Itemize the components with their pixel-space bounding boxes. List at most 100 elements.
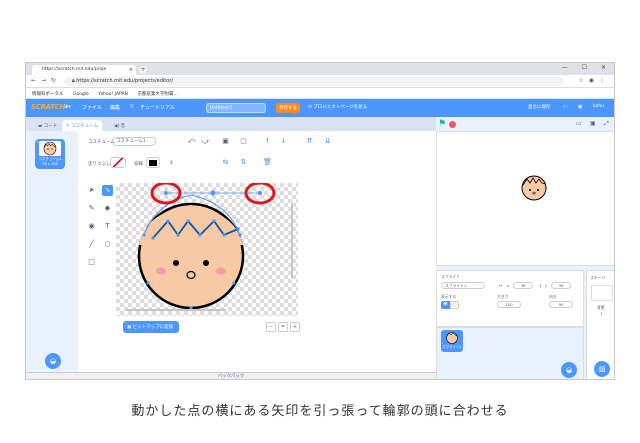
eraser-tool-icon[interactable]: ◆ — [102, 203, 113, 214]
stop-icon[interactable] — [449, 121, 456, 128]
forward-icon[interactable]: → — [41, 77, 46, 84]
forward-layer-icon[interactable]: ↑ — [262, 136, 273, 147]
bookmark-item[interactable]: Google — [73, 92, 89, 97]
choose-sprite-button[interactable]: ◒ — [561, 362, 577, 378]
sprite-card[interactable]: スプライト1 — [441, 330, 463, 352]
sprite-on-stage[interactable] — [519, 172, 549, 202]
url-input[interactable]: 🔒︎ https://scratch.mit.edu/projects/edit… — [64, 77, 564, 86]
choose-costume-button[interactable]: ◒ — [45, 353, 61, 369]
path-node[interactable] — [222, 233, 226, 237]
rectangle-tool-icon[interactable]: □ — [86, 257, 97, 268]
brush-tool-icon[interactable]: ✎ — [86, 203, 97, 214]
x-input[interactable]: 36 — [513, 282, 533, 289]
close-icon[interactable]: × — [129, 67, 133, 73]
paint-canvas[interactable] — [116, 181, 298, 316]
convert-to-bitmap-button[interactable]: ▦ ビットマップに変換 — [123, 321, 179, 333]
flip-horizontal-icon[interactable]: ⇆ — [220, 157, 231, 168]
menu-edit[interactable]: 編集 — [110, 104, 120, 111]
tab-code[interactable]: ▬ コード — [34, 120, 61, 131]
browser-tab-title: https://scratch.mit.edu/proje — [42, 67, 107, 72]
browser-menu-icons[interactable]: ☆◉⋮ — [578, 77, 610, 84]
anchor-point[interactable] — [210, 190, 216, 196]
cat-icon: ◒ — [49, 357, 57, 365]
show-eye-icon[interactable]: ◉ — [441, 301, 450, 309]
bookmarks-bar: 情報科ポータル Google Yahoo! JAPAN 京都産業大学附属… — [26, 88, 614, 99]
back-icon[interactable]: ← — [31, 77, 36, 84]
bookmark-item[interactable]: Yahoo! JAPAN — [98, 92, 128, 97]
reload-icon[interactable]: ↻ — [51, 77, 56, 84]
tab-costumes[interactable]: ✎ コスチューム — [62, 120, 103, 131]
fill-label: 塗りつぶし — [88, 162, 111, 167]
group-shapes-icon[interactable]: ▣ — [220, 136, 231, 147]
costume-card[interactable]: 1 コスチューム1 96 x 100 — [35, 139, 65, 169]
outline-color-picker[interactable] — [146, 157, 160, 168]
zoom-out-button[interactable]: − — [266, 322, 276, 332]
group-icon[interactable]: ⤺ — [186, 136, 197, 147]
backdrop-thumbnail[interactable] — [591, 285, 613, 301]
trash-icon[interactable]: 🗑︎ — [262, 157, 273, 168]
path-node[interactable] — [166, 219, 170, 223]
path-node[interactable] — [186, 219, 190, 223]
zoom-in-button[interactable]: + — [290, 322, 300, 332]
path-node[interactable] — [146, 281, 150, 285]
back-layer-icon[interactable]: ⇊ — [322, 136, 333, 147]
scratch-logo[interactable]: SCRATCH — [31, 103, 65, 111]
backward-layer-icon[interactable]: ↓ — [278, 136, 289, 147]
bookmark-item[interactable]: 京都産業大学附属… — [137, 92, 178, 97]
sprite-name-input[interactable]: スプライト1 — [441, 282, 485, 289]
fullscreen-icon[interactable]: ⤢ — [604, 120, 609, 128]
path-node[interactable] — [151, 236, 155, 240]
flip-vertical-icon[interactable]: ⇅ — [238, 157, 249, 168]
bookmark-item[interactable]: 情報科ポータル — [32, 92, 64, 97]
choose-backdrop-button[interactable]: ▨ — [594, 361, 610, 377]
path-node[interactable] — [176, 233, 180, 237]
project-page-label: プロジェクトページを見る — [313, 105, 368, 110]
front-layer-icon[interactable]: ⇈ — [304, 136, 315, 147]
avatar[interactable]: ◉ — [578, 104, 582, 110]
small-stage-icon[interactable]: ▭ — [576, 120, 582, 127]
reshape-tool-icon[interactable]: ➘ — [102, 185, 113, 196]
line-tool-icon[interactable]: ╱ — [86, 239, 97, 250]
circle-tool-icon[interactable]: ○ — [102, 239, 113, 250]
ungroup-icon[interactable]: ⤻ — [200, 136, 211, 147]
new-tab-button[interactable]: + — [139, 66, 147, 74]
path-node[interactable] — [142, 233, 146, 237]
browser-tab[interactable]: https://scratch.mit.edu/proje × — [32, 65, 136, 75]
username[interactable]: kohu — [593, 104, 604, 109]
size-input[interactable]: 100 — [497, 301, 521, 308]
ungroup-shapes-icon[interactable]: ▢ — [238, 136, 249, 147]
project-page-button[interactable]: ⟲ プロジェクトページを見る — [308, 104, 367, 110]
path-node[interactable] — [212, 219, 216, 223]
left-cheek — [156, 267, 166, 275]
outline-size-input[interactable]: 4 — [170, 161, 173, 166]
green-flag-icon[interactable]: ⚑ — [438, 119, 446, 129]
stage[interactable] — [436, 131, 614, 266]
path-node[interactable] — [238, 233, 242, 237]
globe-icon[interactable]: ⊕▾ — [64, 104, 71, 110]
stage-selector[interactable]: ステージ 背景 1 ▨ — [586, 270, 614, 379]
share-button[interactable]: 共有する — [276, 103, 300, 113]
costume-name-input[interactable]: コスチューム1 — [112, 137, 156, 146]
fill-color-picker[interactable] — [110, 157, 126, 168]
menu-tutorials[interactable]: チュートリアル — [140, 104, 175, 111]
project-title-input[interactable]: Untitled-5 — [206, 103, 266, 113]
direction-input[interactable]: 90 — [549, 301, 573, 308]
save-now-button[interactable]: 直ちに保存 — [528, 104, 551, 110]
path-node[interactable] — [232, 281, 236, 285]
path-node[interactable] — [198, 233, 202, 237]
lightbulb-icon[interactable]: 💡︎ — [130, 104, 134, 110]
path-node[interactable] — [236, 227, 240, 231]
stage-label: ステージ — [590, 275, 606, 280]
menu-file[interactable]: ファイル — [82, 104, 102, 111]
select-tool-icon[interactable]: ➤ — [86, 185, 97, 196]
window-controls[interactable]: — ☐ ✕ — [562, 64, 612, 71]
tab-sounds[interactable]: ◀) 音 — [110, 120, 129, 131]
fill-tool-icon[interactable]: ◉ — [86, 221, 97, 232]
folder-icon[interactable]: ▭ — [563, 104, 568, 110]
zoom-reset-button[interactable]: = — [278, 322, 288, 332]
large-stage-icon[interactable]: ▣ — [590, 120, 596, 127]
text-tool-icon[interactable]: T — [102, 221, 113, 232]
backpack[interactable]: バックパック — [26, 372, 436, 379]
y-input[interactable]: 36 — [551, 282, 571, 289]
hide-eye-icon[interactable]: ◌ — [450, 301, 459, 309]
